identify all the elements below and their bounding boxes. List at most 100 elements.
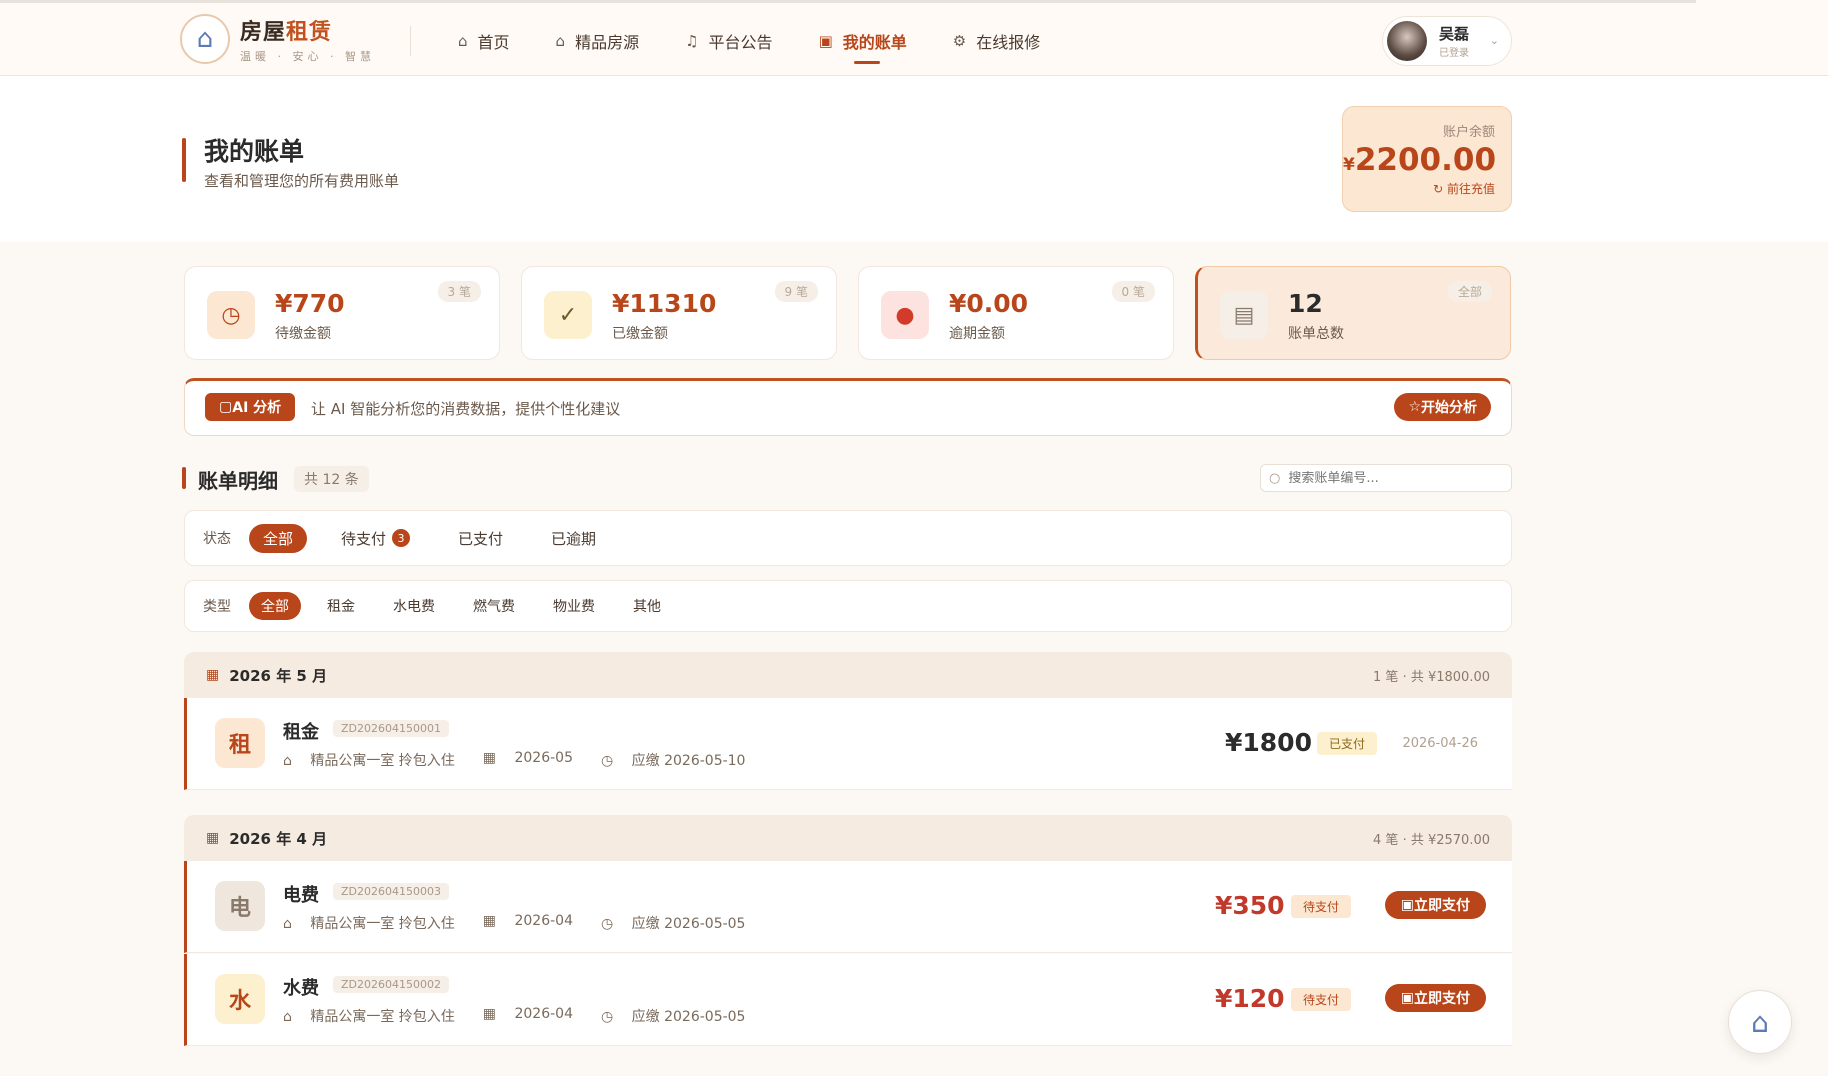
bell-icon: ♫ xyxy=(685,32,699,50)
bill-name: 电费 xyxy=(283,885,319,906)
timer-icon: ◷ xyxy=(600,916,618,932)
home-icon: ⌂ xyxy=(458,32,468,50)
house-icon: ⌂ xyxy=(283,916,297,932)
section-title: 账单明细 xyxy=(198,469,278,493)
recharge-link[interactable]: ↻ 前往充值 xyxy=(1343,180,1495,197)
filter-label: 状态 xyxy=(203,531,231,547)
month-title: 2026 年 5 月 xyxy=(229,666,328,685)
due-date: ◷ 应缴 2026-05-10 xyxy=(600,753,746,769)
main-nav: ⌂ 首页 ⌂ 精品房源 ♫ 平台公告 ▣ 我的账单 ⚙ 在线报修 xyxy=(458,24,1086,64)
bill-period: ▦ 2026-04 xyxy=(482,913,573,929)
app-logo[interactable]: ⌂ 房屋租赁 温暖 · 安心 · 智慧 xyxy=(180,14,375,64)
app-title: 房屋租赁 xyxy=(240,20,333,45)
status-chip-all[interactable]: 全部 xyxy=(249,523,308,553)
stat-badge: 0 笔 xyxy=(1111,281,1155,302)
due-date: ◷ 应缴 2026-05-05 xyxy=(600,1009,746,1025)
bill-number: ZD202604150001 xyxy=(333,720,449,737)
stat-value: ¥11310 xyxy=(612,289,717,318)
floating-assistant-button[interactable]: ⌂ xyxy=(1728,990,1792,1054)
bill-meta: ⌂ 精品公寓一室 拎包入住 ▦ 2026-04 ◷ 应缴 2026-05-05 xyxy=(283,1006,773,1026)
bill-meta: ⌂ 精品公寓一室 拎包入住 ▦ 2026-05 ◷ 应缴 2026-05-10 xyxy=(283,750,773,770)
property-info: ⌂ 精品公寓一室 拎包入住 xyxy=(283,916,455,932)
page-subtitle: 查看和管理您的所有费用账单 xyxy=(204,172,400,190)
stat-label: 账单总数 xyxy=(1288,326,1344,342)
balance-label: 账户余额 xyxy=(1442,125,1495,140)
stat-card-overdue[interactable]: ● ¥0.00 逾期金额 0 笔 xyxy=(858,266,1174,360)
ai-tag: ▢ AI 分析 xyxy=(205,393,296,421)
wallet-icon: ▣ xyxy=(1400,897,1414,913)
house-icon: ⌂ xyxy=(283,1009,297,1025)
month-title: 2026 年 4 月 xyxy=(229,829,328,848)
user-status: 已登录 xyxy=(1439,48,1469,59)
type-chip-rent[interactable]: 租金 xyxy=(315,592,367,620)
property-info: ⌂ 精品公寓一室 拎包入住 xyxy=(283,1009,455,1025)
type-chip-all[interactable]: 全部 xyxy=(249,592,301,620)
user-name: 吴磊 xyxy=(1439,25,1470,43)
nav-repair[interactable]: ⚙ 在线报修 xyxy=(953,24,1040,58)
type-chip-other[interactable]: 其他 xyxy=(621,592,673,620)
title-accent-bar xyxy=(182,138,186,182)
stat-badge: 9 笔 xyxy=(774,281,818,302)
folder-icon: ▣ xyxy=(818,32,833,50)
status-chip-paid[interactable]: 已支付 xyxy=(444,524,517,553)
type-chip-gas[interactable]: 燃气费 xyxy=(461,592,527,620)
balance-value: ¥2200.00 xyxy=(1343,142,1497,178)
bill-meta: ⌂ 精品公寓一室 拎包入住 ▦ 2026-04 ◷ 应缴 2026-05-05 xyxy=(283,913,773,933)
month-summary: 1 笔 · 共 ¥1800.00 xyxy=(1373,669,1490,685)
bill-row[interactable]: 电 电费 ZD202604150003 ⌂ 精品公寓一室 拎包入住 ▦ 2026… xyxy=(184,861,1512,953)
bill-period: ▦ 2026-04 xyxy=(482,1006,573,1022)
refresh-icon: ↻ xyxy=(1433,182,1447,196)
stat-value: ¥770 xyxy=(275,289,345,318)
start-analysis-button[interactable]: ☆ 开始分析 xyxy=(1394,393,1491,421)
pay-now-button[interactable]: ▣ 立即支付 xyxy=(1384,891,1486,919)
gear-icon: ⚙ xyxy=(952,32,967,50)
user-menu[interactable]: 吴磊 已登录 ⌄ xyxy=(1382,16,1512,66)
bill-search[interactable]: ○ xyxy=(1260,464,1512,492)
star-icon: ☆ xyxy=(1408,399,1421,415)
stat-badge: 全部 xyxy=(1447,281,1492,302)
filter-label: 类型 xyxy=(203,599,231,615)
status-chip-pending[interactable]: 待支付 3 xyxy=(327,524,424,553)
stat-value: ¥0.00 xyxy=(949,289,1029,318)
house-logo-icon: ⌂ xyxy=(1751,1005,1769,1039)
stat-card-total[interactable]: ▤ 12 账单总数 全部 xyxy=(1195,266,1511,360)
bill-row[interactable]: 租 租金 ZD202604150001 ⌂ 精品公寓一室 拎包入住 ▦ 2026… xyxy=(184,698,1512,790)
nav-my-bills[interactable]: ▣ 我的账单 xyxy=(818,24,907,64)
type-chip-property[interactable]: 物业费 xyxy=(541,592,607,620)
stat-card-paid[interactable]: ✓ ¥11310 已缴金额 9 笔 xyxy=(521,266,837,360)
search-input[interactable] xyxy=(1288,470,1489,486)
page-header: 我的账单 查看和管理您的所有费用账单 xyxy=(0,76,1828,242)
status-chip-overdue[interactable]: 已逾期 xyxy=(537,524,610,553)
page-load-progress xyxy=(0,0,1696,3)
chat-icon: ▢ xyxy=(219,399,233,415)
bill-type-icon: 电 xyxy=(215,881,265,931)
nav-listings[interactable]: ⌂ 精品房源 xyxy=(556,24,640,58)
type-chip-utilities[interactable]: 水电费 xyxy=(381,592,447,620)
section-accent-bar xyxy=(182,467,186,489)
timer-icon: ◷ xyxy=(600,753,618,769)
pay-now-button[interactable]: ▣ 立即支付 xyxy=(1384,984,1486,1012)
chevron-down-icon: ⌄ xyxy=(1489,34,1499,47)
stat-value: 12 xyxy=(1288,289,1323,318)
stat-card-pending[interactable]: ◷ ¥770 待缴金额 3 笔 xyxy=(184,266,500,360)
stat-badge: 3 笔 xyxy=(437,281,481,302)
stat-label: 待缴金额 xyxy=(275,326,331,342)
bill-type-icon: 水 xyxy=(215,974,265,1024)
ai-description: 让 AI 智能分析您的消费数据，提供个性化建议 xyxy=(311,400,621,418)
page-title: 我的账单 xyxy=(204,137,305,166)
stat-label: 逾期金额 xyxy=(949,326,1005,342)
house-icon: ⌂ xyxy=(555,32,566,50)
bill-period: ▦ 2026-05 xyxy=(482,750,573,766)
alert-icon: ● xyxy=(881,291,929,339)
nav-home[interactable]: ⌂ 首页 xyxy=(458,24,510,58)
nav-announcements[interactable]: ♫ 平台公告 xyxy=(685,24,772,58)
status-badge: 已支付 xyxy=(1317,732,1378,755)
calendar-icon: ▦ xyxy=(206,667,220,683)
search-icon: ○ xyxy=(1269,470,1281,486)
bill-amount: ¥120 xyxy=(1215,984,1285,1013)
stat-label: 已缴金额 xyxy=(612,326,668,342)
bill-row[interactable]: 水 水费 ZD202604150002 ⌂ 精品公寓一室 拎包入住 ▦ 2026… xyxy=(184,954,1512,1046)
bill-type-icon: 租 xyxy=(215,718,265,768)
house-logo-icon: ⌂ xyxy=(180,14,230,64)
calendar-icon: ▦ xyxy=(482,913,501,929)
